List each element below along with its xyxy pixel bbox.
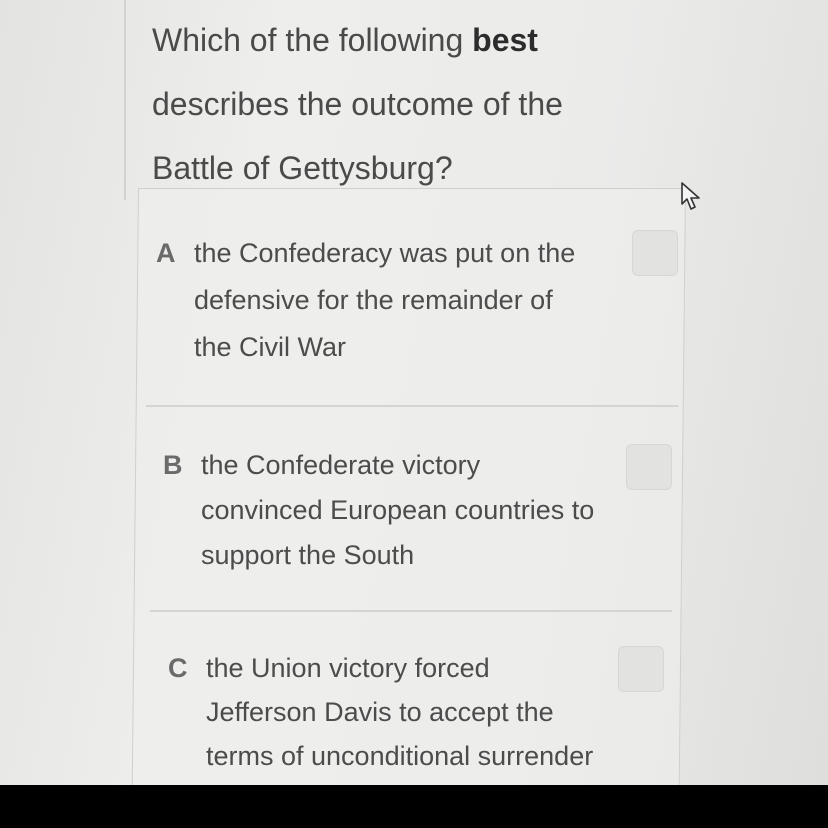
option-b-checkbox[interactable] xyxy=(626,444,672,490)
option-text: the Union victory forced Jefferson Davis… xyxy=(206,653,594,771)
option-letter: A xyxy=(156,238,176,268)
question-line-1: Which of the following best xyxy=(152,22,538,58)
question-line-2: describes the outcome of the xyxy=(152,86,563,122)
answer-option-a[interactable]: A the Confederacy was put on the defensi… xyxy=(156,230,626,380)
option-divider xyxy=(150,610,672,612)
frame-divider xyxy=(124,0,126,200)
question-text: Which of the following best describes th… xyxy=(152,8,652,200)
option-text: the Confederate victory convinced Europe… xyxy=(201,450,595,570)
mouse-pointer-icon xyxy=(681,182,700,210)
answer-option-b[interactable]: B the Confederate victory convinced Euro… xyxy=(163,443,623,583)
option-text: the Confederacy was put on the defensive… xyxy=(194,238,576,362)
screen-bezel xyxy=(0,785,828,828)
option-divider xyxy=(146,405,678,407)
option-a-checkbox[interactable] xyxy=(632,230,678,276)
answer-option-c[interactable]: C the Union victory forced Jefferson Dav… xyxy=(168,646,628,785)
option-c-checkbox[interactable] xyxy=(618,646,664,692)
option-letter: C xyxy=(168,653,188,683)
quiz-screen: Which of the following best describes th… xyxy=(0,0,828,785)
question-emphasis: best xyxy=(472,22,538,58)
option-letter: B xyxy=(163,450,183,480)
